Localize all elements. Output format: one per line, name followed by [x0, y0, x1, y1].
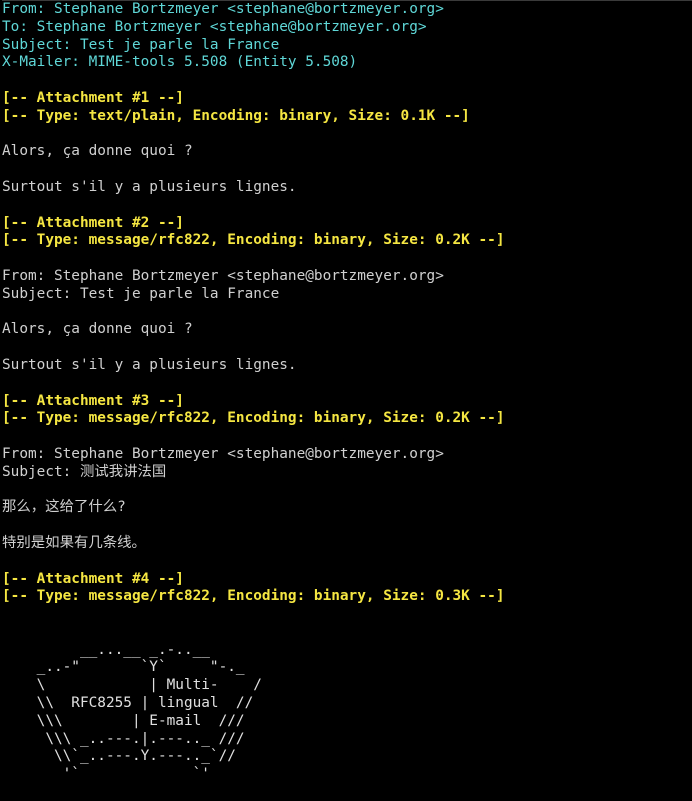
ascii-art-line: \\ RFC8255 | lingual // — [2, 695, 254, 712]
attachment-2-from: From: Stephane Bortzmeyer <stephane@bort… — [2, 267, 444, 284]
ascii-art-line: \\\ | E-mail /// — [2, 712, 245, 729]
attachment-1-body-line: Surtout s'il y a plusieurs lignes. — [2, 178, 297, 195]
terminal-window[interactable]: From: Stephane Bortzmeyer <stephane@bort… — [2, 0, 692, 801]
header-to: To: Stephane Bortzmeyer <stephane@bortzm… — [2, 18, 427, 35]
attachment-2-type: [-- Type: message/rfc822, Encoding: bina… — [2, 232, 505, 249]
ascii-art-line: \ | Multi- / — [2, 677, 262, 694]
attachment-3-body-line: 特别是如果有几条线。 — [2, 534, 146, 551]
ascii-art-line: '` `' — [2, 766, 210, 783]
attachment-4-title: [-- Attachment #4 --] — [2, 570, 184, 587]
ascii-art-line: \\\ _..---.|.---.._ /// — [2, 730, 245, 747]
attachment-2-body-line: Surtout s'il y a plusieurs lignes. — [2, 356, 297, 373]
attachment-2-body-line: Alors, ça donne quoi ? — [2, 321, 193, 338]
attachment-1-body-line: Alors, ça donne quoi ? — [2, 143, 193, 160]
header-from: From: Stephane Bortzmeyer <stephane@bort… — [2, 1, 444, 17]
rfc8255-ascii-art: __...__ _.-..__ _..-" `Y` "-._ \ | Multi… — [2, 642, 692, 784]
header-xmailer: X-Mailer: MIME-tools 5.508 (Entity 5.508… — [2, 54, 358, 71]
attachment-2-title: [-- Attachment #2 --] — [2, 214, 184, 231]
attachment-4-type: [-- Type: message/rfc822, Encoding: bina… — [2, 588, 505, 605]
ascii-art-line: _..-" `Y` "-._ — [2, 659, 245, 676]
attachment-2-subject: Subject: Test je parle la France — [2, 285, 280, 302]
ascii-art-line: __...__ _.-..__ — [2, 641, 210, 658]
ascii-art-line: \\`_..---.Y.---.._`// — [2, 748, 236, 765]
attachment-3-from: From: Stephane Bortzmeyer <stephane@bort… — [2, 445, 444, 462]
attachment-3-body-line: 那么，这给了什么? — [2, 499, 126, 516]
attachment-1-type: [-- Type: text/plain, Encoding: binary, … — [2, 107, 470, 124]
attachment-3-subject: Subject: 测试我讲法国 — [2, 463, 167, 480]
attachment-3-title: [-- Attachment #3 --] — [2, 392, 184, 409]
header-subject: Subject: Test je parle la France — [2, 36, 280, 53]
attachment-3-type: [-- Type: message/rfc822, Encoding: bina… — [2, 410, 505, 427]
attachment-1-title: [-- Attachment #1 --] — [2, 89, 184, 106]
